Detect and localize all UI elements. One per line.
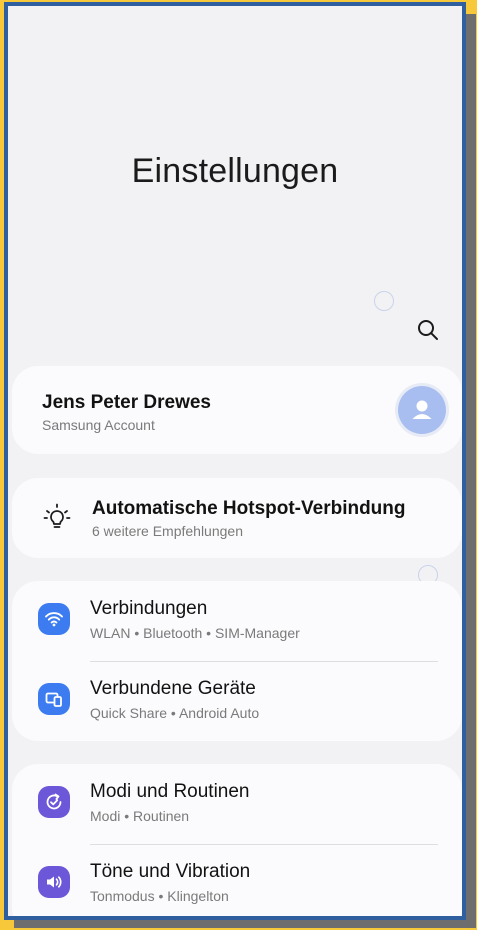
- modes-routines-icon: [38, 786, 70, 818]
- menu-item-subtitle: Quick Share • Android Auto: [90, 705, 260, 721]
- menu-item-modes-routines[interactable]: Modi und Routinen Modi • Routinen: [12, 764, 462, 842]
- wifi-icon: [38, 603, 70, 635]
- suggestion-title: Automatische Hotspot-Verbindung: [92, 498, 406, 519]
- menu-item-connected-devices[interactable]: Verbundene Geräte Quick Share • Android …: [12, 661, 462, 739]
- account-subtitle: Samsung Account: [42, 417, 155, 433]
- menu-item-subtitle: Modi • Routinen: [90, 808, 190, 824]
- menu-item-label: Verbundene Geräte: [90, 678, 256, 699]
- suggestion-subtitle: 6 weitere Empfehlungen: [92, 523, 243, 539]
- avatar[interactable]: [398, 386, 446, 434]
- connected-devices-icon: [38, 683, 70, 715]
- search-button[interactable]: [412, 314, 446, 348]
- person-icon: [412, 400, 432, 419]
- settings-group-connectivity: Verbindungen WLAN • Bluetooth • SIM-Mana…: [12, 581, 462, 741]
- page-title: Einstellungen: [131, 152, 339, 190]
- lightbulb-icon: [43, 503, 71, 528]
- menu-item-label: Modi und Routinen: [90, 781, 250, 802]
- touch-indicator: [374, 291, 394, 311]
- menu-item-label: Töne und Vibration: [90, 861, 251, 882]
- menu-item-sounds-vibration[interactable]: Töne und Vibration Tonmodus • Klingelton: [12, 844, 462, 916]
- menu-item-label: Verbindungen: [90, 598, 208, 619]
- account-name: Jens Peter Drewes: [42, 392, 211, 413]
- account-card[interactable]: Jens Peter Drewes Samsung Account: [12, 366, 462, 454]
- settings-group-modes-sound: Modi und Routinen Modi • Routinen Töne u…: [12, 764, 462, 916]
- menu-item-subtitle: WLAN • Bluetooth • SIM-Manager: [90, 625, 300, 641]
- settings-screen: Einstellungen Jens Peter Drewes Samsung …: [4, 2, 466, 920]
- sound-icon: [38, 866, 70, 898]
- suggestion-card[interactable]: Automatische Hotspot-Verbindung 6 weiter…: [12, 478, 462, 558]
- menu-item-subtitle: Tonmodus • Klingelton: [90, 888, 229, 904]
- search-icon: [418, 320, 438, 340]
- menu-item-connections[interactable]: Verbindungen WLAN • Bluetooth • SIM-Mana…: [12, 581, 462, 659]
